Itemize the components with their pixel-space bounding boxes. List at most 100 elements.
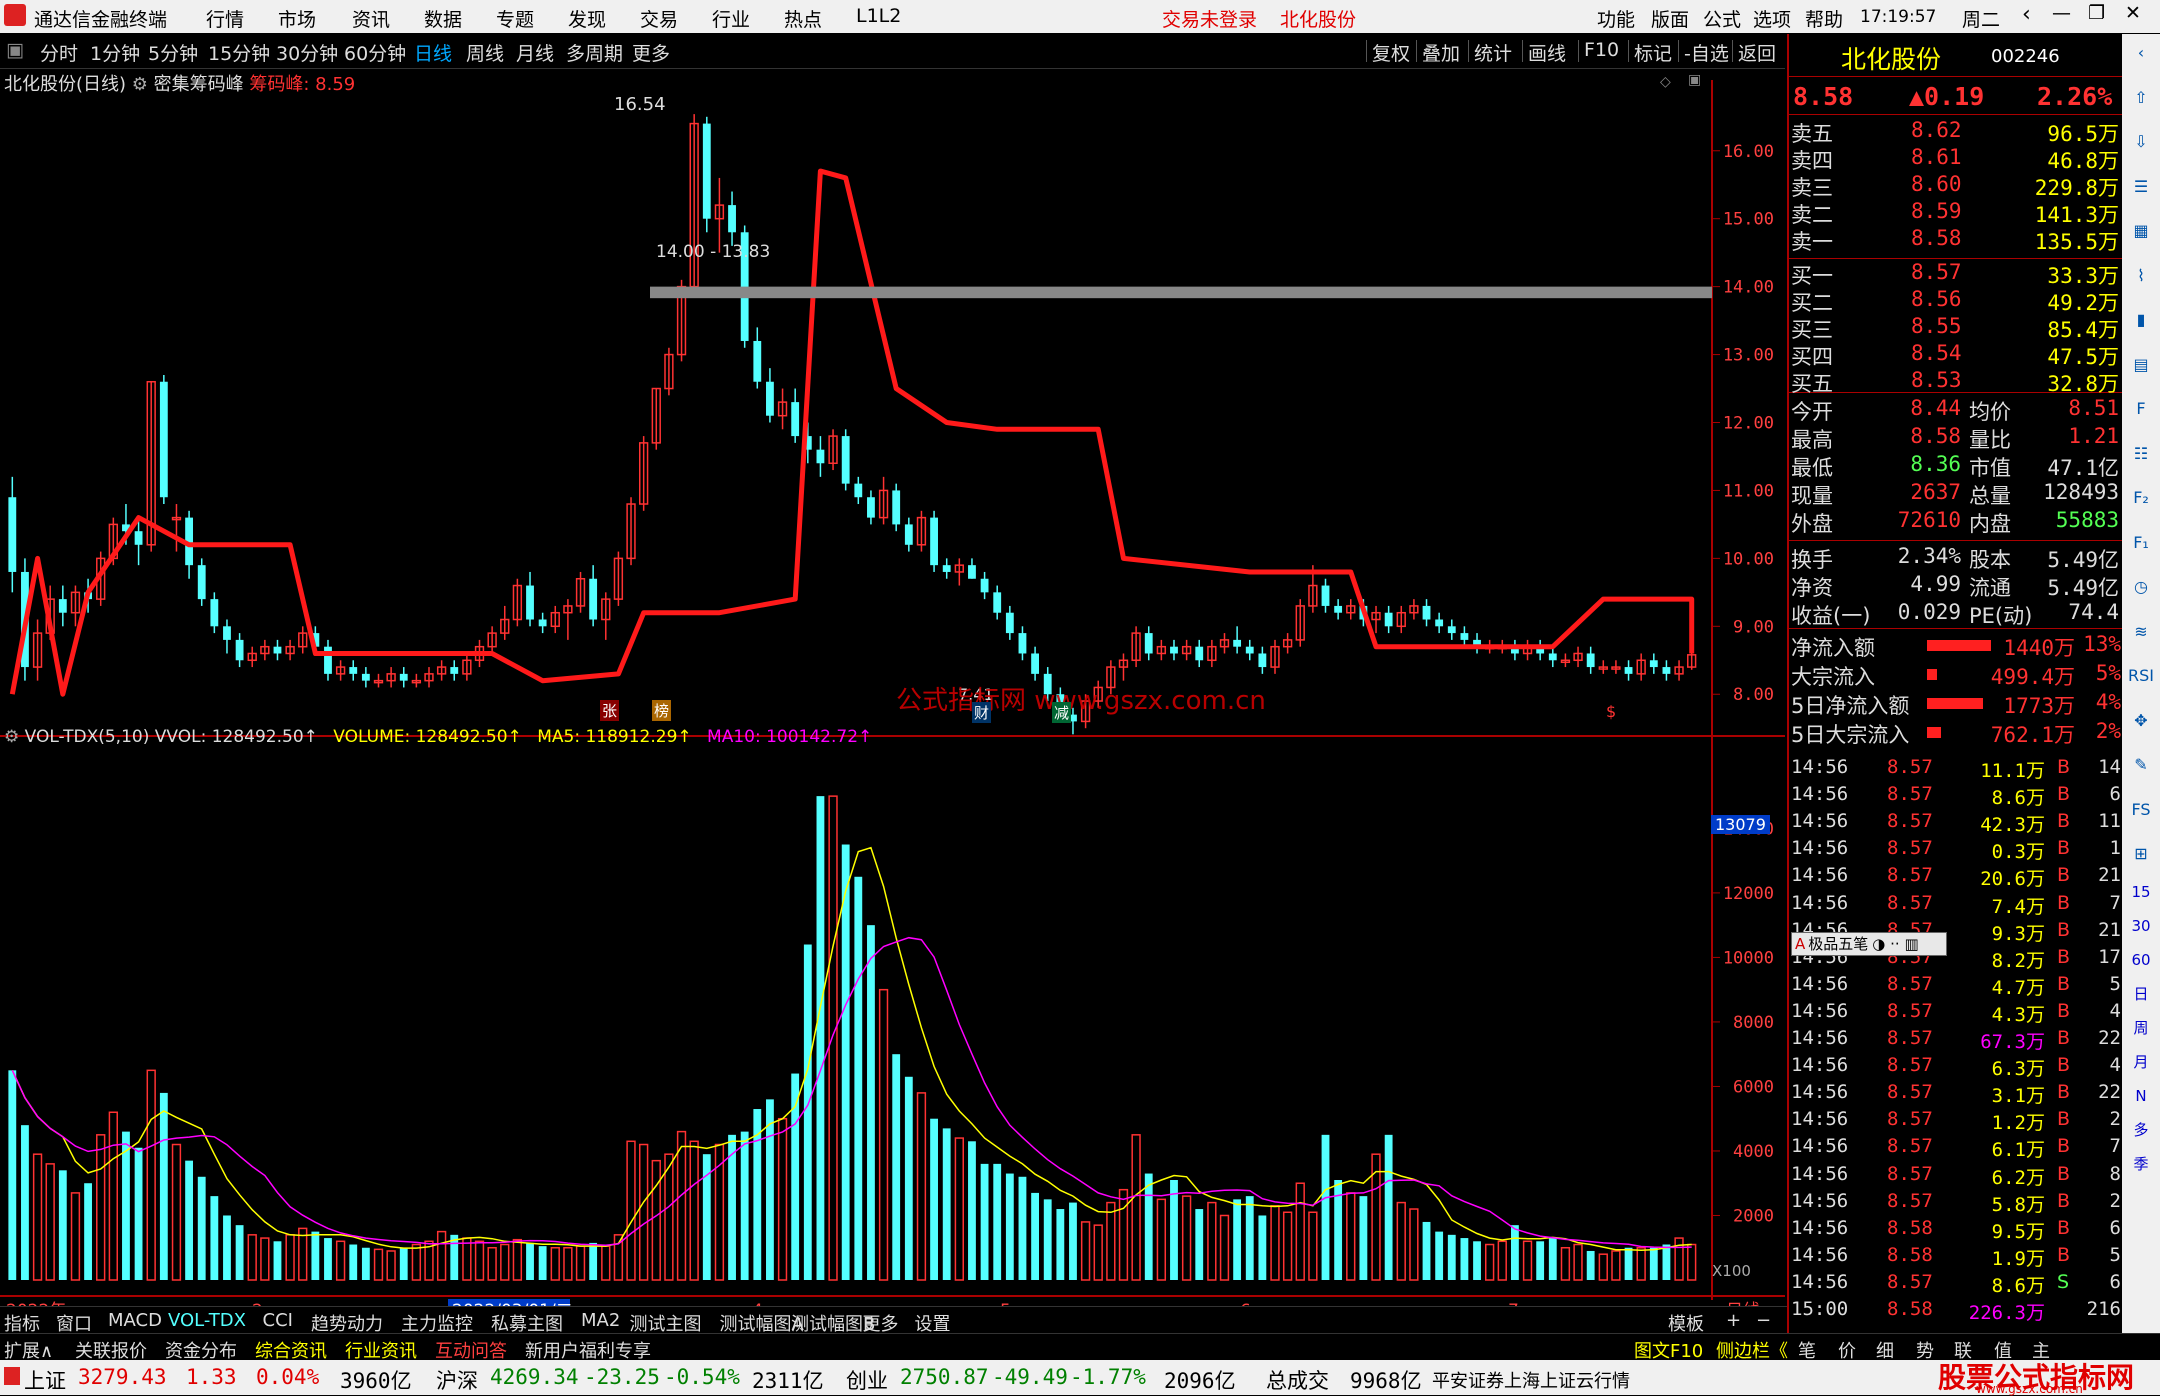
tool-4[interactable]: F10 (1584, 39, 1619, 61)
chart-header: 北化股份(日线) ⚙ 密集筹码峰 筹码峰: 8.59 (4, 70, 355, 96)
kline-chart[interactable]: 8.00 9.00 10.00 11.00 12.00 13.00 14.00 15.00 16… (0, 68, 1785, 1312)
hs-label[interactable]: 沪深 (436, 1365, 478, 1395)
fs-icon[interactable]: FS (2128, 797, 2154, 823)
menu-0[interactable]: 行情 (206, 5, 244, 32)
week-icon[interactable]: 日 (2128, 981, 2154, 1007)
period-7[interactable]: 周线 (466, 39, 504, 66)
multi-icon[interactable]: N (2128, 1083, 2154, 1109)
menu-3[interactable]: 数据 (424, 5, 462, 32)
f1-icon[interactable]: F₁ (2128, 530, 2154, 556)
expand-icon[interactable]: ▣ (1688, 72, 1701, 88)
n-icon[interactable]: 月 (2128, 1049, 2154, 1075)
sh-label[interactable]: 上证 (24, 1365, 66, 1395)
panel-toggle-icon[interactable]: ▣ (6, 39, 24, 61)
minimize-icon[interactable]: — (2052, 2, 2071, 24)
menu-7[interactable]: 行业 (712, 5, 750, 32)
f10-icon[interactable]: F (2128, 396, 2154, 422)
menu-9[interactable]: L1L2 (856, 5, 901, 27)
down-icon[interactable]: ⇩ (2128, 129, 2154, 155)
move-icon[interactable]: ✥ (2128, 708, 2154, 734)
login-status[interactable]: 交易未登录 (1162, 5, 1257, 32)
menu-6[interactable]: 交易 (640, 5, 678, 32)
right-menu-1[interactable]: 版面 (1651, 5, 1689, 32)
back-icon[interactable]: ‹ (2128, 40, 2154, 66)
indicator-tab-3[interactable]: VOL-TDX (168, 1310, 246, 1331)
rsi-text-icon[interactable]: RSI (2128, 663, 2154, 689)
season-icon[interactable]: 多 (2128, 1117, 2154, 1143)
line-chart-icon[interactable]: ⌇ (2128, 263, 2154, 289)
quote-stock-code: 002246 (1991, 46, 2060, 67)
row1-right-1[interactable]: + (1726, 1310, 1741, 1331)
back-nav-icon[interactable]: ‹ (2022, 2, 2031, 27)
period-4[interactable]: 30分钟 (276, 39, 338, 66)
close-icon[interactable]: ✕ (2125, 2, 2141, 24)
diamond-icon[interactable]: ◇ (1660, 74, 1671, 90)
menu-5[interactable]: 发现 (568, 5, 606, 32)
period-8[interactable]: 月线 (516, 39, 554, 66)
news-icon[interactable]: ☷ (2128, 441, 2154, 467)
period-3[interactable]: 15分钟 (208, 39, 270, 66)
flow-label: 大宗流入 (1791, 665, 1875, 689)
row1-right-2[interactable]: − (1756, 1310, 1771, 1331)
tool-7[interactable]: 返回 (1738, 39, 1776, 66)
table-icon[interactable]: ▤ (2128, 352, 2154, 378)
candle (436, 660, 447, 681)
tag-zhang[interactable]: 张 (600, 700, 620, 721)
right-menu-4[interactable]: 帮助 (1805, 5, 1843, 32)
volume-bar (841, 844, 850, 1280)
indicator-tab-4[interactable]: CCI (263, 1310, 293, 1331)
list-icon[interactable]: ☰ (2128, 174, 2154, 200)
tool-6[interactable]: -自选 (1684, 39, 1729, 66)
f2-icon[interactable]: F₂ (2128, 485, 2154, 511)
indicator-tab-2[interactable]: MACD (108, 1310, 162, 1331)
restore-icon[interactable]: ❐ (2088, 2, 2105, 24)
right-menu-0[interactable]: 功能 (1597, 5, 1635, 32)
tool-0[interactable]: 复权 (1372, 39, 1410, 66)
period-10[interactable]: 更多 (632, 39, 670, 66)
gear-icon[interactable]: ⚙ (132, 74, 148, 95)
tag-jian[interactable]: 减 (1052, 702, 1072, 723)
period-2[interactable]: 5分钟 (148, 39, 198, 66)
period-6[interactable]: 日线 (414, 39, 452, 66)
day-icon[interactable]: 60 (2128, 947, 2154, 973)
month-icon[interactable]: 周 (2128, 1015, 2154, 1041)
grid-icon[interactable]: ▦ (2128, 218, 2154, 244)
ime-popup[interactable]: A 极品五笔 ◑ ·· ▥ (1791, 932, 1947, 956)
period-9[interactable]: 多周期 (566, 39, 623, 66)
tool-1[interactable]: 叠加 (1422, 39, 1460, 66)
period-60-icon[interactable]: 30 (2128, 913, 2154, 939)
clock-icon[interactable]: ◷ (2128, 574, 2154, 600)
tool-3[interactable]: 画线 (1528, 39, 1566, 66)
indicator-tab-8[interactable]: MA2 (581, 1310, 620, 1331)
menu-1[interactable]: 市场 (278, 5, 316, 32)
period-1[interactable]: 1分钟 (90, 39, 140, 66)
gear-icon[interactable]: ⚙ (4, 727, 25, 747)
year-icon[interactable]: 季 (2128, 1151, 2154, 1177)
trend-icon[interactable]: ⊞ (2128, 841, 2154, 867)
hs-pct: -0.54% (664, 1365, 740, 1389)
period-5[interactable]: 60分钟 (344, 39, 406, 66)
menu-2[interactable]: 资讯 (352, 5, 390, 32)
pen-icon[interactable]: ✎ (2128, 752, 2154, 778)
vol-indicator-name[interactable]: VOL-TDX(5,10) (25, 727, 150, 747)
up-icon[interactable]: ⇧ (2128, 85, 2154, 111)
ime-tools-icon[interactable]: ◑ ·· ▥ (1872, 935, 1918, 953)
right-menu-2[interactable]: 公式 (1703, 5, 1741, 32)
broker-name[interactable]: 平安证券上海上证云行情 (1432, 1367, 1630, 1393)
tick-side: B (2057, 945, 2071, 968)
menu-8[interactable]: 热点 (784, 5, 822, 32)
tool-2[interactable]: 统计 (1474, 39, 1512, 66)
rsi-icon[interactable]: ≋ (2128, 619, 2154, 645)
tag-cai[interactable]: 财 (972, 702, 992, 723)
period-0[interactable]: 分时 (40, 39, 78, 66)
right-menu-3[interactable]: 选项 (1753, 5, 1791, 32)
cy-label[interactable]: 创业 (846, 1365, 888, 1395)
indicator-name[interactable]: 密集筹码峰 (154, 74, 244, 95)
candle (1282, 633, 1293, 654)
tag-dollar[interactable]: $ (1606, 702, 1616, 721)
tool-5[interactable]: 标记 (1634, 39, 1672, 66)
menu-4[interactable]: 专题 (496, 5, 534, 32)
candle-icon[interactable]: ▮ (2128, 307, 2154, 333)
period-30-icon[interactable]: 15 (2128, 879, 2154, 905)
tag-bang[interactable]: 榜 (652, 700, 672, 721)
